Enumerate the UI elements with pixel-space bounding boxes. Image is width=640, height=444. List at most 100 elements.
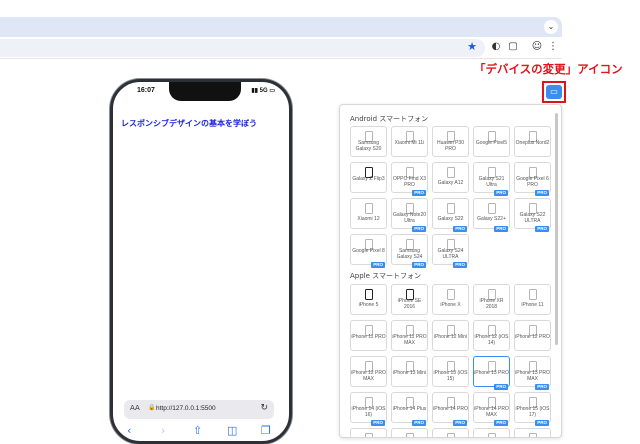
- phone-icon: [488, 433, 496, 437]
- phone-icon: [529, 289, 537, 300]
- device-label: iPhone 13 (iOS 15): [433, 370, 468, 382]
- device-label: iPhone X: [440, 302, 461, 308]
- phone-icon: [365, 433, 373, 437]
- chevron-down-icon[interactable]: ⌄: [544, 20, 558, 34]
- pro-badge: PRO: [453, 262, 467, 268]
- device-card[interactable]: iPhone 13 (iOS 15): [432, 356, 469, 387]
- pro-badge: PRO: [371, 420, 385, 426]
- phone-time: 16:07: [137, 87, 155, 94]
- device-label: iPhone 12 PRO MAX: [351, 370, 386, 382]
- device-card[interactable]: Galaxy S24 ULTRA PRO: [432, 234, 469, 268]
- device-label: Google Pixel5: [475, 140, 508, 146]
- device-card[interactable]: iPhone 14 Plus PRO: [391, 392, 428, 426]
- device-card[interactable]: Galaxy S22 PRO: [432, 198, 469, 232]
- address-bar[interactable]: ★: [0, 39, 485, 57]
- panel-scrollbar[interactable]: [555, 113, 558, 345]
- reload-icon[interactable]: ↻: [260, 403, 268, 413]
- device-card[interactable]: Xiaomi Mi 11i: [391, 126, 428, 157]
- device-card[interactable]: iPhone 11: [514, 284, 551, 315]
- device-card[interactable]: Galaxy S22+ PRO: [473, 198, 510, 232]
- device-label: Xiaomi 12: [357, 216, 380, 222]
- device-card[interactable]: PRO: [514, 428, 551, 437]
- phone-icon: [406, 433, 414, 437]
- device-label: Galaxy S21 Ultra: [478, 176, 505, 188]
- puzzle-icon[interactable]: ▢: [506, 40, 520, 54]
- back-icon[interactable]: ‹: [127, 424, 131, 437]
- device-card[interactable]: PRO: [391, 428, 428, 437]
- bookmarks-icon[interactable]: ◫: [227, 424, 237, 437]
- phone-status: ▮▮ 5G ▭: [251, 87, 275, 94]
- device-card[interactable]: PRO: [350, 428, 387, 437]
- device-card[interactable]: Oneplus Nord2: [514, 126, 551, 157]
- device-label: Oneplus Nord2: [515, 140, 550, 146]
- pro-badge: PRO: [494, 226, 508, 232]
- profile-icon[interactable]: ☺: [530, 40, 544, 54]
- device-label: iPhone 5: [358, 302, 379, 308]
- device-card[interactable]: iPhone 12 (iOS 14): [473, 320, 510, 351]
- device-label: Galaxy Note20 Ultra: [392, 212, 427, 224]
- device-card[interactable]: iPhone SE 2016: [391, 284, 428, 315]
- star-icon[interactable]: ★: [467, 40, 477, 53]
- phone-notch: [169, 82, 241, 101]
- device-card[interactable]: PRO: [473, 428, 510, 437]
- phone-url[interactable]: http://127.0.0.1:5500: [156, 405, 216, 412]
- device-card[interactable]: Huawei P30 PRO: [432, 126, 469, 157]
- device-card[interactable]: iPhone 5: [350, 284, 387, 315]
- device-card[interactable]: iPhone 13 PRO MAX PRO: [514, 356, 551, 390]
- device-card[interactable]: iPhone 13 PRO PRO: [473, 356, 510, 390]
- device-card[interactable]: iPhone 15 (iOS 17) PRO: [514, 392, 551, 426]
- device-label: Samsung Galaxy S20: [355, 140, 382, 152]
- battery-icon: ▭: [269, 88, 275, 94]
- device-card[interactable]: iPhone 14 PRO MAX PRO: [473, 392, 510, 426]
- device-card[interactable]: Google Pixel 6 PRO PRO: [514, 162, 551, 196]
- device-card[interactable]: Google Pixel 8 PRO: [350, 234, 387, 268]
- device-card[interactable]: iPhone 14 PRO PRO: [432, 392, 469, 426]
- phone-icon: [447, 167, 455, 178]
- device-switch-button[interactable]: ▭: [542, 81, 566, 103]
- pro-badge: PRO: [412, 420, 426, 426]
- share-icon[interactable]: ⇧: [193, 424, 202, 437]
- device-card[interactable]: Xiaomi 12: [350, 198, 387, 229]
- device-card[interactable]: iPhone 12 PRO MAX: [350, 356, 387, 387]
- device-card[interactable]: iPhone 14 (iOS 16) PRO: [350, 392, 387, 426]
- signal-icon: ▮▮: [251, 88, 258, 94]
- device-card[interactable]: iPhone 13 Mini: [391, 356, 428, 387]
- extension-icon[interactable]: ◐: [489, 40, 503, 54]
- pro-badge: PRO: [494, 384, 508, 390]
- device-card[interactable]: PRO: [432, 428, 469, 437]
- device-label: iPhone 13 PRO MAX: [515, 370, 550, 382]
- text-size-button[interactable]: AA: [130, 404, 140, 412]
- forward-icon[interactable]: ›: [161, 424, 165, 437]
- device-card[interactable]: Samsung Galaxy S20: [350, 126, 387, 157]
- device-card[interactable]: iPhone XR 2018: [473, 284, 510, 315]
- apple-section-title: Apple スマートフォン: [350, 272, 421, 280]
- tabs-icon[interactable]: ❐: [261, 424, 271, 437]
- device-label: iPhone 14 PRO: [433, 406, 468, 412]
- device-label: Galaxy S22: [437, 216, 464, 222]
- device-switch-icon[interactable]: ▭: [546, 85, 562, 99]
- device-card[interactable]: Galaxy S22 ULTRA PRO: [514, 198, 551, 232]
- device-label: iPhone SE 2016: [397, 298, 422, 310]
- device-label: iPhone 12 (iOS 14): [474, 334, 509, 346]
- device-card[interactable]: OPPO Find X3 PRO PRO: [391, 162, 428, 196]
- phone-url-bar[interactable]: AA 🔒 http://127.0.0.1:5500 ↻: [124, 400, 274, 419]
- device-card[interactable]: Galaxy S21 Ultra PRO: [473, 162, 510, 196]
- menu-icon[interactable]: ⋮: [546, 40, 560, 54]
- device-card[interactable]: Samsung Galaxy S24 PRO: [391, 234, 428, 268]
- device-card[interactable]: iPhone 12 PRO: [514, 320, 551, 351]
- device-label: Galaxy S22+: [477, 216, 506, 222]
- device-label: Google Pixel 8: [352, 248, 385, 254]
- phone-icon: [447, 433, 455, 437]
- phone-icon: [365, 289, 373, 300]
- device-card[interactable]: iPhone X: [432, 284, 469, 315]
- device-card[interactable]: Galaxy A12: [432, 162, 469, 193]
- device-card[interactable]: Galaxy Note20 Ultra PRO: [391, 198, 428, 232]
- device-card[interactable]: Galaxy Z Flip3: [350, 162, 387, 193]
- pro-badge: PRO: [371, 262, 385, 268]
- device-card[interactable]: iPhone 11 PRO: [350, 320, 387, 351]
- device-card[interactable]: iPhone 12 Mini: [432, 320, 469, 351]
- device-card[interactable]: iPhone 11 PRO MAX: [391, 320, 428, 351]
- device-label: OPPO Find X3 PRO: [392, 176, 427, 188]
- device-card[interactable]: Google Pixel5: [473, 126, 510, 157]
- phone-icon: [488, 203, 496, 214]
